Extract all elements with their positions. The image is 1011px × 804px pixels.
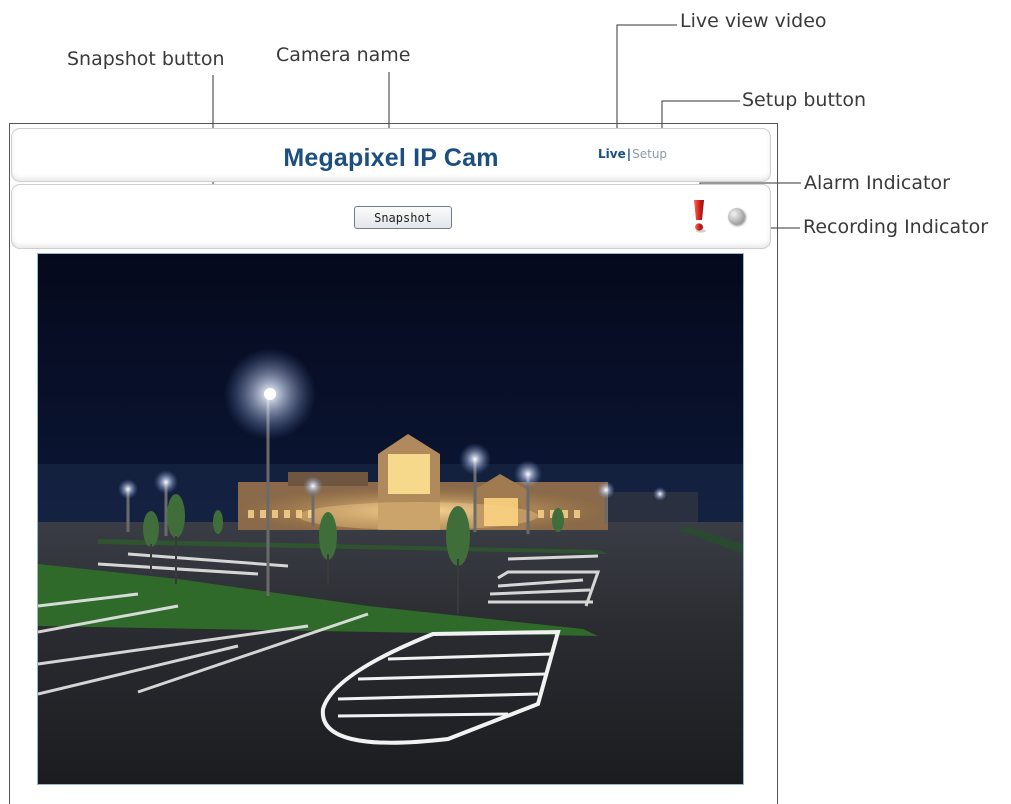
annotation-setup-button: Setup button (742, 89, 867, 111)
recording-indicator-icon (728, 208, 745, 225)
live-link[interactable]: Live (598, 147, 626, 161)
alarm-exclamation-icon (694, 200, 706, 233)
snapshot-button[interactable]: Snapshot (354, 206, 452, 229)
annotation-recording-indicator: Recording Indicator (803, 216, 989, 238)
nav-separator: | (626, 147, 632, 161)
header-panel: Megapixel IP Cam Live|Setup (11, 128, 771, 182)
live-view-video (37, 253, 744, 785)
annotation-camera-name: Camera name (276, 44, 411, 66)
toolbar-panel: Snapshot (11, 184, 771, 249)
annotation-alarm-indicator: Alarm Indicator (804, 172, 950, 194)
view-nav: Live|Setup (598, 147, 667, 161)
annotation-live-view-video: Live view video (680, 10, 827, 32)
setup-link[interactable]: Setup (632, 147, 667, 161)
video-frame-image (38, 254, 743, 784)
annotation-snapshot-button: Snapshot button (67, 48, 225, 70)
